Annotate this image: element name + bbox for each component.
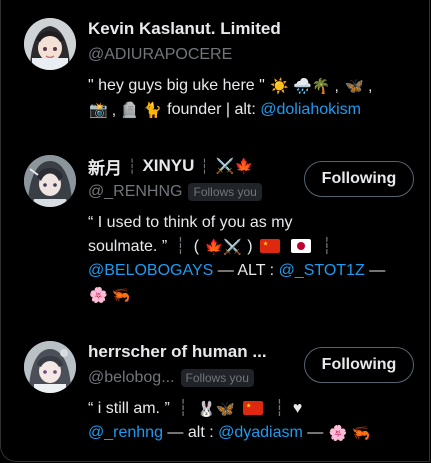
- bio-text: —: [307, 424, 324, 441]
- bio-text: — alt :: [167, 424, 214, 441]
- avatar[interactable]: [24, 155, 76, 207]
- heart-icon: ♥: [292, 400, 303, 417]
- bio-text: soulmate. ”: [88, 238, 168, 255]
- name-separator: ┆: [200, 157, 209, 174]
- rabbit-butterfly-emoji-icon: 🐰🦋: [197, 401, 235, 418]
- name-separator: ┆: [128, 157, 137, 174]
- bio-separator: ┆: [274, 400, 285, 417]
- flower-shrimp-emoji-icon: 🌸 🦐: [328, 425, 371, 442]
- following-button[interactable]: Following: [304, 347, 414, 383]
- weather-emoji-icon: ☀️ 🌧️🌴 ,: [270, 78, 339, 95]
- display-name-alias[interactable]: XINYU: [142, 156, 194, 176]
- bio-paren: ): [247, 238, 253, 255]
- china-flag-icon: [260, 239, 281, 253]
- user-handle[interactable]: @belobog...: [88, 369, 175, 387]
- avatar[interactable]: [24, 18, 76, 70]
- following-button[interactable]: Following: [304, 161, 414, 197]
- avatar[interactable]: [24, 341, 76, 393]
- butterfly-emoji-icon: 🦋 ,: [345, 78, 373, 95]
- display-name[interactable]: Kevin Kaslanut. Limited: [88, 19, 281, 39]
- user-bio: “ I used to think of you as my soulmate.…: [88, 211, 418, 307]
- bio-mention-link[interactable]: @_STOT1Z: [279, 262, 365, 279]
- japan-flag-icon: [290, 239, 311, 253]
- user-cell[interactable]: 新月 ┆ XINYU ┆ ⚔️🍁 @_RENHNG Follows you Fo…: [0, 155, 430, 325]
- display-name[interactable]: herrscher of human ...: [88, 342, 267, 362]
- bio-text: “ i still am. ”: [88, 400, 170, 417]
- bio-mention-link[interactable]: @BELOBOGAYS: [88, 262, 213, 279]
- bio-mention-link[interactable]: @dyadiasm: [218, 424, 303, 441]
- display-name[interactable]: 新月: [88, 154, 122, 179]
- bio-text: “ I used to think of you as my: [88, 214, 293, 231]
- user-handle[interactable]: @ADIURAPOCERE: [88, 46, 232, 64]
- camera-emoji-icon: 📸 , 🪦 🐈: [89, 102, 162, 119]
- flower-shrimp-emoji-icon: 🌸 🦐: [89, 287, 131, 304]
- user-bio: " hey guys big uke here " ☀️ 🌧️🌴 , 🦋 , 📸…: [88, 74, 418, 122]
- maple-swords-emoji-icon: 🍁⚔️: [204, 239, 242, 256]
- bio-separator: ┆: [321, 238, 332, 255]
- swords-maple-emoji-icon: ⚔️🍁: [215, 157, 254, 175]
- bio-text: founder | alt:: [167, 101, 256, 118]
- user-handle[interactable]: @_RENHNG: [88, 183, 182, 201]
- bio-text: " hey guys big uke here ": [88, 77, 265, 94]
- bio-separator: ┆: [178, 400, 188, 417]
- china-flag-icon: [243, 401, 264, 415]
- bio-mention-link[interactable]: @_renhng: [88, 424, 163, 441]
- user-cell[interactable]: herrscher of human ... @belobog... Follo…: [0, 341, 430, 461]
- bio-separator: ┆: [175, 238, 186, 255]
- bio-text: — ALT :: [217, 262, 275, 279]
- user-cell[interactable]: Kevin Kaslanut. Limited @ADIURAPOCERE " …: [0, 18, 430, 138]
- bio-mention-link[interactable]: @doliahokism: [260, 101, 361, 118]
- bio-paren: (: [193, 238, 200, 255]
- bio-text: —: [369, 262, 386, 279]
- follows-you-badge: Follows you: [180, 369, 254, 387]
- user-bio: “ i still am. ” ┆ 🐰🦋 ┆ ♥ @_renhng — alt …: [88, 397, 418, 445]
- follows-you-badge: Follows you: [188, 183, 262, 201]
